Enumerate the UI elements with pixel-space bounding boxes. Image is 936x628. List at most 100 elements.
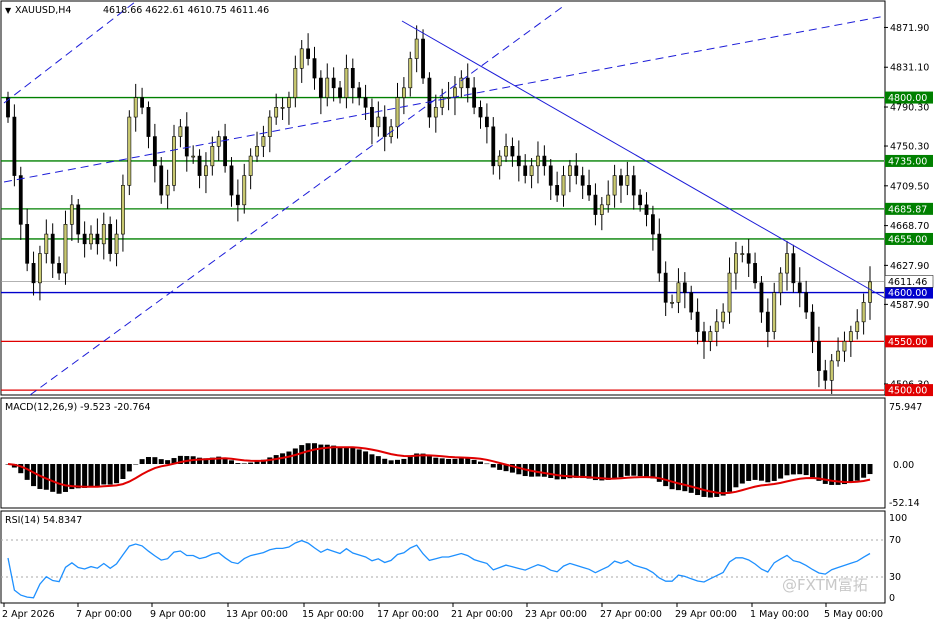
candle[interactable] xyxy=(670,302,674,304)
candle[interactable] xyxy=(146,107,151,137)
candle[interactable] xyxy=(599,204,604,215)
candle[interactable] xyxy=(804,292,809,313)
candle[interactable] xyxy=(287,97,291,108)
candle[interactable] xyxy=(548,165,553,186)
candle[interactable] xyxy=(472,87,477,108)
candle[interactable] xyxy=(421,38,425,79)
candle[interactable] xyxy=(204,165,208,176)
candle[interactable] xyxy=(338,87,342,98)
candle[interactable] xyxy=(210,146,215,167)
candle[interactable] xyxy=(248,155,253,176)
candle[interactable] xyxy=(31,263,36,284)
candle[interactable] xyxy=(644,204,649,215)
candle[interactable] xyxy=(344,68,349,98)
candle[interactable] xyxy=(12,116,17,176)
candle[interactable] xyxy=(542,155,547,167)
candle[interactable] xyxy=(95,233,100,245)
candle[interactable] xyxy=(746,253,751,264)
candle[interactable] xyxy=(497,155,502,167)
candle[interactable] xyxy=(721,311,726,323)
candle[interactable] xyxy=(759,282,764,313)
candle[interactable] xyxy=(376,116,381,128)
candle[interactable] xyxy=(689,292,694,313)
candle[interactable] xyxy=(274,107,279,118)
candle[interactable] xyxy=(714,321,719,332)
candle[interactable] xyxy=(727,272,732,313)
candle[interactable] xyxy=(657,233,662,274)
candle[interactable] xyxy=(523,165,528,176)
candle[interactable] xyxy=(172,136,176,186)
candle[interactable] xyxy=(38,253,42,284)
candle[interactable] xyxy=(842,341,847,352)
candle[interactable] xyxy=(69,204,74,225)
candle[interactable] xyxy=(848,331,853,342)
candle[interactable] xyxy=(159,165,164,196)
candle[interactable] xyxy=(638,194,643,206)
candle[interactable] xyxy=(765,311,770,332)
candle[interactable] xyxy=(280,107,285,109)
candle[interactable] xyxy=(325,77,330,98)
candle[interactable] xyxy=(63,224,68,274)
candle[interactable] xyxy=(682,282,687,293)
candle[interactable] xyxy=(567,165,572,176)
candle[interactable] xyxy=(817,341,821,371)
candle[interactable] xyxy=(574,165,579,176)
candle[interactable] xyxy=(114,233,119,254)
candle[interactable] xyxy=(478,107,483,118)
candle[interactable] xyxy=(612,175,617,196)
candle[interactable] xyxy=(510,146,515,157)
candle[interactable] xyxy=(191,155,196,158)
candle[interactable] xyxy=(785,253,789,274)
candle[interactable] xyxy=(836,350,840,362)
candle[interactable] xyxy=(772,292,777,332)
candle[interactable] xyxy=(140,97,144,108)
candle[interactable] xyxy=(651,214,655,235)
candle[interactable] xyxy=(178,126,183,137)
candle[interactable] xyxy=(57,263,61,274)
candle[interactable] xyxy=(593,194,598,215)
candle[interactable] xyxy=(529,165,534,176)
candle[interactable] xyxy=(101,224,106,245)
candle[interactable] xyxy=(453,87,457,98)
candle[interactable] xyxy=(491,126,496,167)
candle[interactable] xyxy=(370,107,374,128)
candle[interactable] xyxy=(127,116,132,186)
candle[interactable] xyxy=(536,155,540,167)
candle[interactable] xyxy=(606,194,611,206)
candle[interactable] xyxy=(778,272,783,293)
candle[interactable] xyxy=(331,77,336,89)
candle[interactable] xyxy=(791,253,796,284)
price-chart[interactable]: ▼ XAUUSD,H4 4618.66 4622.61 4610.75 4611… xyxy=(0,0,936,624)
candle[interactable] xyxy=(44,233,49,254)
candle[interactable] xyxy=(408,58,413,89)
candle[interactable] xyxy=(133,97,138,118)
main-pane[interactable] xyxy=(0,0,886,396)
candle[interactable] xyxy=(306,48,311,59)
candle[interactable] xyxy=(855,321,860,332)
candle[interactable] xyxy=(395,97,400,128)
candle[interactable] xyxy=(261,136,266,147)
candle[interactable] xyxy=(184,126,189,157)
candle[interactable] xyxy=(50,233,55,264)
candle[interactable] xyxy=(299,48,304,69)
candle[interactable] xyxy=(433,107,438,118)
candle[interactable] xyxy=(242,175,247,206)
candle[interactable] xyxy=(165,185,170,196)
candle[interactable] xyxy=(676,282,681,303)
candle[interactable] xyxy=(363,97,368,108)
macd-pane[interactable] xyxy=(0,397,886,509)
candle[interactable] xyxy=(484,116,489,128)
candle[interactable] xyxy=(631,175,636,196)
candle[interactable] xyxy=(18,175,23,225)
candle[interactable] xyxy=(401,87,406,98)
candle[interactable] xyxy=(318,77,323,98)
candle[interactable] xyxy=(587,185,591,196)
candle[interactable] xyxy=(753,263,757,284)
candle[interactable] xyxy=(580,175,585,186)
candle[interactable] xyxy=(446,97,451,99)
candle[interactable] xyxy=(868,281,872,303)
candle[interactable] xyxy=(267,116,272,137)
candle[interactable] xyxy=(82,233,87,245)
candle[interactable] xyxy=(516,155,521,167)
candle[interactable] xyxy=(504,146,508,157)
